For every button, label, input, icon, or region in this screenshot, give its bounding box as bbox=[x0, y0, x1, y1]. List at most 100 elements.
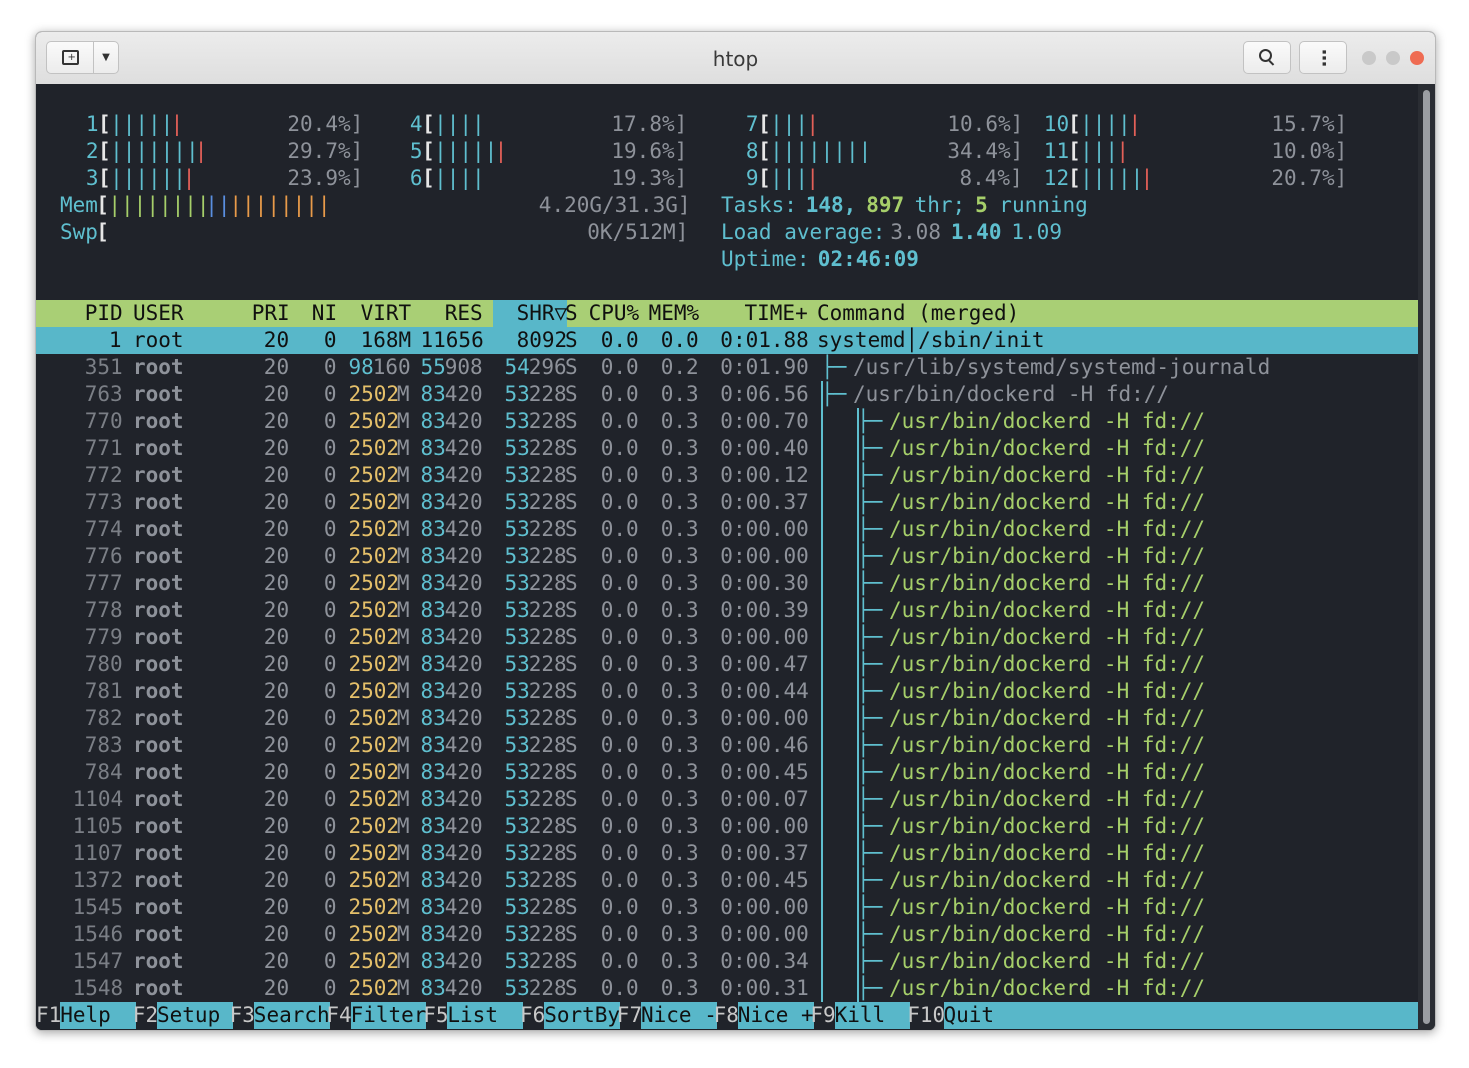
process-mem: 0.3 bbox=[660, 517, 699, 541]
cpu-meter-bracket: [ bbox=[98, 112, 111, 136]
process-row[interactable]: 774 root 20 0 2502 M 83 420 53 228 S 0.0 0.3 0:00.00 ├… bbox=[36, 516, 1418, 543]
process-row[interactable]: 770 root 20 0 2502 M 83 420 53 228 S 0.0 0.3 0:00.70 ├… bbox=[36, 408, 1418, 435]
column-header-virt[interactable]: VIRT bbox=[361, 300, 412, 327]
search-button[interactable] bbox=[1243, 41, 1291, 74]
process-virt: 2502 bbox=[348, 976, 400, 1000]
process-cpu: 0.0 bbox=[600, 490, 639, 514]
process-row[interactable]: 1547 root 20 0 2502 M 83 420 53 228 S 0.0 0.3 0:00.34… bbox=[36, 948, 1418, 975]
process-ni: 0 bbox=[323, 814, 337, 838]
process-row[interactable]: 782 root 20 0 2502 M 83 420 53 228 S 0.0 0.3 0:00.00 ├… bbox=[36, 705, 1418, 732]
fkey-f7-label[interactable]: Nice - bbox=[641, 1002, 717, 1029]
process-row[interactable]: 1104 root 20 0 2502 M 83 420 53 228 S 0.0 0.3 0:00.07… bbox=[36, 786, 1418, 813]
fkey-f1-label[interactable]: Help bbox=[60, 1002, 137, 1029]
column-header-mem[interactable]: MEM% bbox=[649, 300, 700, 327]
process-res: 83 bbox=[420, 922, 446, 946]
process-command: /usr/bin/dockerd -H fd:// bbox=[889, 463, 1206, 487]
menu-button[interactable]: ⋯ bbox=[1299, 41, 1347, 74]
fkey-f1-key[interactable]: F1 bbox=[36, 1002, 61, 1029]
process-s: S bbox=[565, 409, 578, 433]
cpu-meter-bracket: [ bbox=[422, 112, 435, 136]
process-row[interactable]: 777 root 20 0 2502 M 83 420 53 228 S 0.0 0.3 0:00.30 ├… bbox=[36, 570, 1418, 597]
process-row[interactable]: 1545 root 20 0 2502 M 83 420 53 228 S 0.0 0.3 0:00.00… bbox=[36, 894, 1418, 921]
process-row[interactable]: 351 root 20 0 98 160 55 908 54 296 S 0.0 0.2 0:01.90 ├… bbox=[36, 354, 1418, 381]
terminal-area[interactable]: 1[||||| | 20.4%] 2[||||||| | 29.7%] 3[|||||| | 2… bbox=[36, 84, 1418, 1030]
process-row[interactable]: 783 root 20 0 2502 M 83 420 53 228 S 0.0 0.3 0:00.46 ├… bbox=[36, 732, 1418, 759]
cpu-meter-value: 8.4%] bbox=[959, 166, 1023, 190]
tree-branch: ├─ bbox=[857, 652, 883, 676]
fkey-f8-label[interactable]: Nice + bbox=[737, 1002, 814, 1029]
process-row[interactable]: 1105 root 20 0 2502 M 83 420 53 228 S 0.0 0.3 0:00.00… bbox=[36, 813, 1418, 840]
mem-meter-bracket: [ bbox=[96, 193, 109, 217]
process-row[interactable]: 1546 root 20 0 2502 M 83 420 53 228 S 0.0 0.3 0:00.00… bbox=[36, 921, 1418, 948]
column-header-res[interactable]: RES bbox=[445, 300, 483, 327]
process-time: 0:00.07 bbox=[720, 787, 809, 811]
fkey-f3-key[interactable]: F3 bbox=[230, 1002, 255, 1029]
fkey-f10-key[interactable]: F10 bbox=[907, 1002, 945, 1029]
fkey-f6-key[interactable]: F6 bbox=[520, 1002, 545, 1029]
process-command: /usr/bin/dockerd -H fd:// bbox=[889, 976, 1206, 1000]
column-header-row[interactable]: PID USER PRI NI VIRT RES SHR▽ S CPU% MEM% TIME+ Com… bbox=[36, 300, 1418, 327]
process-shr: 53 bbox=[504, 895, 530, 919]
process-row[interactable]: 780 root 20 0 2502 M 83 420 53 228 S 0.0 0.3 0:00.47 ├… bbox=[36, 651, 1418, 678]
process-row[interactable]: 1548 root 20 0 2502 M 83 420 53 228 S 0.0 0.3 0:00.31… bbox=[36, 975, 1418, 1002]
close-button[interactable] bbox=[1410, 51, 1424, 65]
process-s: S bbox=[565, 355, 578, 379]
column-header-s[interactable]: S bbox=[565, 300, 578, 327]
process-mem: 0.3 bbox=[660, 463, 699, 487]
fkey-f3-label[interactable]: Search bbox=[253, 1002, 330, 1029]
process-pri: 20 bbox=[263, 706, 290, 730]
column-header-command[interactable]: Command (merged) bbox=[817, 300, 1019, 327]
process-row[interactable]: 779 root 20 0 2502 M 83 420 53 228 S 0.0 0.3 0:00.00 ├… bbox=[36, 624, 1418, 651]
fkey-f2-key[interactable]: F2 bbox=[133, 1002, 158, 1029]
process-pid: 351 bbox=[84, 355, 123, 379]
fkey-f2-label[interactable]: Setup bbox=[157, 1002, 233, 1029]
fkey-f4-label[interactable]: Filter bbox=[350, 1002, 427, 1029]
process-row[interactable]: 763 root 20 0 2502 M 83 420 53 228 S 0.0 0.3 0:06.56 ├… bbox=[36, 381, 1418, 408]
column-header-pid[interactable]: PID bbox=[85, 300, 123, 327]
process-row[interactable]: 773 root 20 0 2502 M 83 420 53 228 S 0.0 0.3 0:00.37 ├… bbox=[36, 489, 1418, 516]
process-res-low: 420 bbox=[444, 652, 483, 676]
process-row[interactable]: 772 root 20 0 2502 M 83 420 53 228 S 0.0 0.3 0:00.12 ├… bbox=[36, 462, 1418, 489]
minimize-button[interactable] bbox=[1362, 51, 1376, 65]
process-user: root bbox=[133, 922, 184, 946]
scrollbar[interactable] bbox=[1418, 84, 1435, 1030]
process-row[interactable]: 771 root 20 0 2502 M 83 420 53 228 S 0.0 0.3 0:00.40 ├… bbox=[36, 435, 1418, 462]
column-header-pri[interactable]: PRI bbox=[252, 300, 290, 327]
cpu-meter-value: 19.3%] bbox=[611, 166, 688, 190]
fkey-f9-key[interactable]: F9 bbox=[810, 1002, 835, 1029]
process-row[interactable]: 776 root 20 0 2502 M 83 420 53 228 S 0.0 0.3 0:00.00 ├… bbox=[36, 543, 1418, 570]
process-mem: 0.3 bbox=[660, 976, 699, 1000]
fkey-f5-key[interactable]: F5 bbox=[423, 1002, 448, 1029]
column-header-shr[interactable]: SHR▽ bbox=[492, 300, 568, 327]
process-virt-unit: M bbox=[396, 463, 410, 487]
fkey-f7-key[interactable]: F7 bbox=[617, 1002, 642, 1029]
process-cpu: 0.0 bbox=[600, 571, 639, 595]
fkey-f5-label[interactable]: List bbox=[447, 1002, 524, 1029]
column-header-cpu[interactable]: CPU% bbox=[589, 300, 640, 327]
process-row[interactable]: 778 root 20 0 2502 M 83 420 53 228 S 0.0 0.3 0:00.39 ├… bbox=[36, 597, 1418, 624]
fkey-f8-key[interactable]: F8 bbox=[714, 1002, 739, 1029]
process-shr: 53 bbox=[504, 949, 530, 973]
column-header-ni[interactable]: NI bbox=[312, 300, 337, 327]
process-res: 83 bbox=[420, 517, 446, 541]
fkey-f6-label[interactable]: SortBy bbox=[544, 1002, 621, 1029]
process-shr-low: 228 bbox=[528, 895, 567, 919]
process-time: 0:00.37 bbox=[720, 490, 809, 514]
process-cpu: 0.0 bbox=[600, 409, 639, 433]
process-cpu: 0.0 bbox=[600, 652, 639, 676]
fkey-f9-label[interactable]: Kill bbox=[834, 1002, 911, 1029]
process-row[interactable]: 1372 root 20 0 2502 M 83 420 53 228 S 0.0 0.3 0:00.45… bbox=[36, 867, 1418, 894]
process-res-low: 420 bbox=[444, 733, 483, 757]
scrollbar-thumb[interactable] bbox=[1423, 90, 1430, 1024]
process-cpu: 0.0 bbox=[600, 760, 639, 784]
process-row-selected[interactable]: 1 root 20 0 168M 11656 8092 S 0.0 0.0 0:01.88 syste… bbox=[36, 327, 1418, 354]
fkey-f10-label[interactable]: Quit bbox=[943, 1002, 1020, 1029]
column-header-user[interactable]: USER bbox=[133, 300, 184, 327]
process-row[interactable]: 1107 root 20 0 2502 M 83 420 53 228 S 0.0 0.3 0:00.37… bbox=[36, 840, 1418, 867]
tree-branch: ├─ bbox=[857, 841, 883, 865]
process-row[interactable]: 784 root 20 0 2502 M 83 420 53 228 S 0.0 0.3 0:00.45 ├… bbox=[36, 759, 1418, 786]
maximize-button[interactable] bbox=[1386, 51, 1400, 65]
fkey-f4-key[interactable]: F4 bbox=[326, 1002, 351, 1029]
process-row[interactable]: 781 root 20 0 2502 M 83 420 53 228 S 0.0 0.3 0:00.44 ├… bbox=[36, 678, 1418, 705]
column-header-time[interactable]: TIME+ bbox=[745, 300, 808, 327]
